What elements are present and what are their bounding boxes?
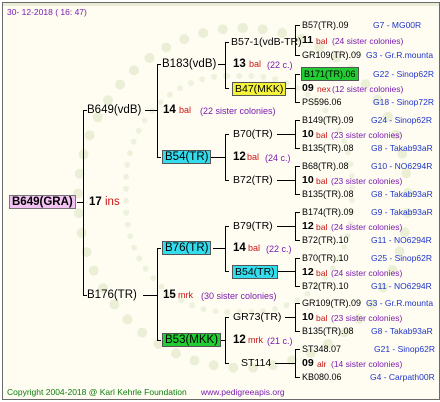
gen3-2-note: (12 sister colonies) xyxy=(332,84,404,94)
gen4-queen-4: PS596.06 xyxy=(302,97,342,107)
gen3-1-num: 11 xyxy=(302,34,314,46)
gen4-code-15: G21 - Sinop62R xyxy=(374,344,435,354)
gen2-2-num: 12 xyxy=(233,151,246,163)
gen4-code-10: G11 - NO6294R xyxy=(371,235,432,245)
root-num: 17 xyxy=(89,196,102,208)
gen4-code-2: G3 - Gr.R.mounta xyxy=(366,50,434,60)
gen2-1-unit: bal xyxy=(249,59,262,69)
gen4-queen-12: B72(TR).10 xyxy=(302,281,349,291)
gen3-5-num: 12 xyxy=(302,220,314,232)
gen3-6-note: (24 sister colonies) xyxy=(331,268,403,278)
gen1-queen-2: B176(TR) xyxy=(87,289,137,301)
gen4-code-11: G25 - Sinop62R xyxy=(371,253,432,263)
gen4-queen-15: ST348.07 xyxy=(302,344,342,354)
gen3-queen-3: B70(TR) xyxy=(233,128,273,140)
root-unit: ins xyxy=(105,196,120,208)
gen3-8-num: 09 xyxy=(302,357,314,369)
gen1-2-note: (30 sister colonies) xyxy=(201,291,277,301)
gen2-2-unit: bal xyxy=(247,152,260,162)
gen4-queen-13: GR109(TR).09 xyxy=(302,298,362,308)
gen3-queen-6: B54(TR) xyxy=(232,265,278,279)
gen4-queen-9: B174(TR).09 xyxy=(302,207,354,217)
gen4-queen-3: B171(TR).06 xyxy=(301,67,359,81)
gen4-code-14: G8 - Takab93aR xyxy=(371,326,433,336)
gen4-queen-10: B72(TR).10 xyxy=(302,235,349,245)
gen3-2-num: 09 xyxy=(302,82,314,94)
gen2-queen-4: B53(MKK) xyxy=(162,333,222,347)
gen4-code-4: G18 - Sinop72R xyxy=(373,97,434,107)
gen3-3-unit: bal xyxy=(316,130,328,140)
gen4-queen-7: B68(TR).08 xyxy=(302,161,349,171)
gen4-queen-8: B135(TR).08 xyxy=(302,189,354,199)
gen4-queen-14: B135(TR).08 xyxy=(302,326,354,336)
root-queen: B649(GRA) xyxy=(9,195,76,209)
date-stamp: 30- 12-2018 ( 16: 47) xyxy=(7,7,87,17)
gen2-queen-1: B183(vdB) xyxy=(162,58,217,70)
gen3-queen-8: ST114 xyxy=(241,357,272,369)
copyright-text: Copyright 2004-2018 @ Karl Kehrle Founda… xyxy=(7,387,187,397)
gen3-7-note: (23 sister colonies) xyxy=(331,313,403,323)
gen3-3-note: (23 sister colonies) xyxy=(331,130,403,140)
pedigree-chart: 30- 12-2018 ( 16: 47) Copyright 2004-201… xyxy=(2,2,440,400)
gen4-code-3: G22 - Sinop62R xyxy=(373,69,434,79)
gen4-code-1: G7 - MG00R xyxy=(373,20,422,30)
gen1-queen-1: B649(vdB) xyxy=(87,104,142,116)
gen4-queen-5: B149(TR).09 xyxy=(302,115,354,125)
gen4-code-6: G8 - Takab93aR xyxy=(371,143,433,153)
gen3-queen-2: B47(MKK) xyxy=(232,82,287,96)
gen3-queen-7: GR73(TR) xyxy=(233,311,282,323)
gen3-6-unit: bal xyxy=(316,268,328,278)
gen4-queen-1: B57(TR).09 xyxy=(302,20,349,30)
gen3-5-note: (24 sister colonies) xyxy=(331,222,403,232)
gen4-code-8: G8 - Takab93aR xyxy=(371,189,433,199)
gen2-3-unit: bal xyxy=(248,243,261,253)
gen2-3-note: (22 c.) xyxy=(266,244,292,254)
gen2-1-note: (22 c.) xyxy=(267,60,293,70)
gen3-4-unit: bal xyxy=(316,176,328,186)
gen3-queen-1: B57-1(vdB-TR) xyxy=(231,36,302,48)
gen1-2-unit: mrk xyxy=(178,290,193,300)
gen3-5-unit: bal xyxy=(316,222,328,232)
gen4-code-7: G10 - NO6294R xyxy=(371,161,433,171)
gen3-3-num: 10 xyxy=(302,128,314,140)
gen4-code-12: G11 - NO6294R xyxy=(371,281,432,291)
gen3-7-num: 10 xyxy=(302,311,314,323)
gen2-4-unit: mrk xyxy=(248,335,263,345)
gen4-code-13: G3 - Gr.R.mounta xyxy=(366,298,434,308)
gen4-code-16: G4 - Carpath00R xyxy=(370,372,435,382)
gen2-queen-3: B76(TR) xyxy=(162,241,212,255)
gen2-3-num: 14 xyxy=(233,242,246,254)
gen3-queen-4: B72(TR) xyxy=(233,174,273,186)
gen4-queen-6: B135(TR).08 xyxy=(302,143,354,153)
gen3-queen-5: B79(TR) xyxy=(233,220,273,232)
gen3-8-unit: alr xyxy=(317,359,327,369)
gen4-queen-16: KB080.06 xyxy=(302,372,342,382)
gen3-4-num: 10 xyxy=(302,174,314,186)
gen1-info-unit: bal xyxy=(179,105,192,115)
gen2-1-num: 13 xyxy=(233,58,246,70)
gen3-1-note: (24 sister colonies) xyxy=(332,36,404,46)
gen1-2-num: 15 xyxy=(163,289,176,301)
gen1-info-note: (22 sister colonies) xyxy=(200,106,276,116)
gen4-queen-11: B70(TR).10 xyxy=(302,253,349,263)
gen2-queen-2: B54(TR) xyxy=(162,150,212,164)
gen3-2-unit: nex xyxy=(317,84,331,94)
gen3-8-note: (14 sister colonies) xyxy=(331,359,403,369)
gen4-code-5: G24 - Sinop62R xyxy=(371,115,432,125)
gen3-7-unit: bal xyxy=(316,313,328,323)
gen2-4-num: 12 xyxy=(233,334,246,346)
gen2-2-note: (24 c.) xyxy=(265,153,291,163)
gen2-4-note: (21 c.) xyxy=(267,336,293,346)
gen4-queen-2: GR109(TR).09 xyxy=(302,50,362,60)
gen4-code-9: G9 - Takab93aR xyxy=(371,207,433,217)
gen3-1-unit: bal xyxy=(316,36,328,46)
gen3-6-num: 12 xyxy=(302,266,314,278)
site-url: www.pedigreeapis.org xyxy=(201,387,285,397)
gen3-4-note: (23 sister colonies) xyxy=(331,176,403,186)
gen1-info-num: 14 xyxy=(163,104,176,116)
